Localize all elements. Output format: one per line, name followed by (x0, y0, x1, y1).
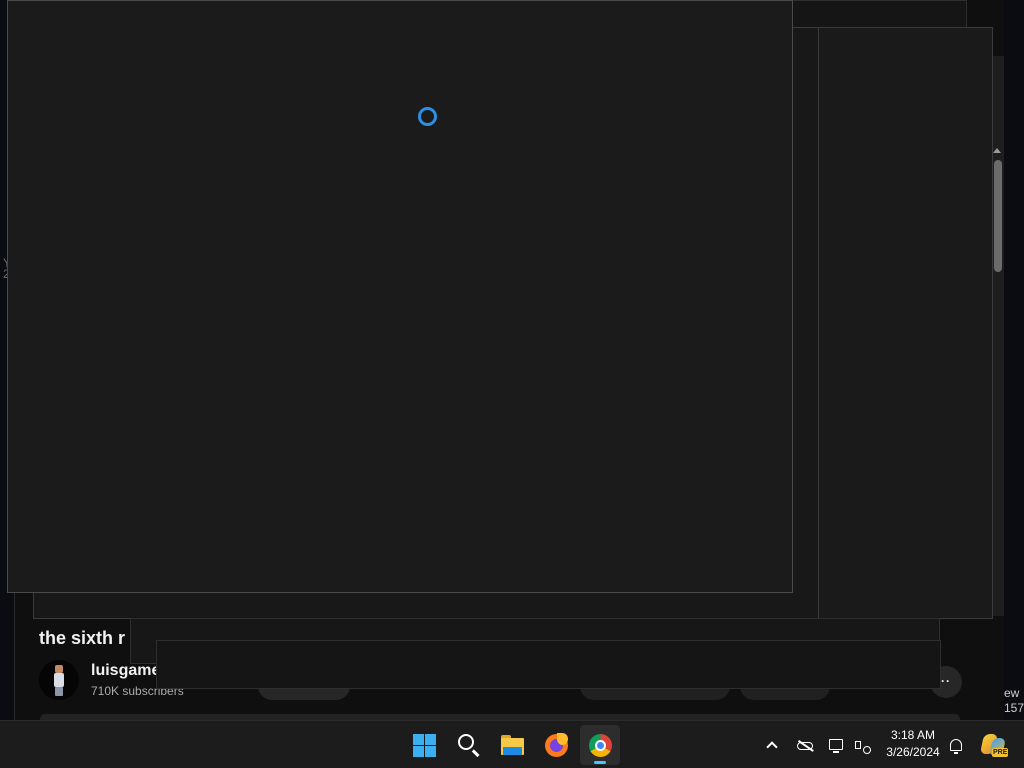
avatar-figure-head (55, 665, 63, 673)
clock-date: 3/26/2024 (886, 745, 940, 759)
avatar-figure-body (54, 673, 64, 687)
volume-muted-badge (863, 746, 871, 754)
clock[interactable]: 3:18 AM 3/26/2024 (880, 727, 946, 761)
volume-muted-icon (855, 741, 861, 749)
blank-window-right[interactable] (818, 27, 993, 619)
search-icon (458, 734, 474, 750)
onedrive-status-button[interactable] (795, 733, 815, 757)
show-hidden-icons-button[interactable] (763, 733, 783, 757)
notification-bell-clapper (954, 752, 958, 754)
copilot-preview-badge: PRE (992, 748, 1009, 757)
chevron-up-icon (766, 741, 778, 753)
file-explorer-button[interactable] (492, 725, 532, 765)
video-title: the sixth r (39, 628, 126, 648)
blank-window-front[interactable] (7, 0, 793, 593)
network-icon (829, 739, 843, 750)
copilot-button[interactable]: PRE (979, 733, 1009, 759)
firefox-button[interactable] (536, 725, 576, 765)
volume-button[interactable] (853, 733, 873, 757)
taskbar: 3:18 AM 3/26/2024 PRE (0, 720, 1024, 768)
scrollbar-thumb[interactable] (994, 160, 1002, 272)
chrome-button[interactable] (580, 725, 620, 765)
side-label-view: ew (1004, 686, 1020, 700)
active-app-indicator (594, 761, 606, 764)
start-button[interactable] (404, 725, 444, 765)
clock-time: 3:18 AM (890, 728, 936, 742)
avatar-figure-legs (55, 687, 63, 696)
side-label-number: 157 (1004, 701, 1024, 715)
loading-spinner-icon (418, 107, 437, 126)
firefox-icon-flame (557, 733, 568, 745)
notifications-button[interactable] (946, 733, 966, 757)
desktop: Y 2 the sixth r luisgame 710K subscriber… (0, 0, 1024, 720)
network-button[interactable] (827, 733, 847, 757)
search-icon-handle (472, 749, 480, 757)
chrome-icon-core (597, 742, 604, 749)
channel-avatar[interactable] (39, 660, 79, 700)
scroll-up-arrow-icon[interactable] (993, 148, 1001, 153)
search-button[interactable] (448, 725, 488, 765)
scrollbar-track[interactable] (992, 56, 1004, 616)
windows-start-icon (413, 734, 436, 757)
network-icon-stand (833, 751, 839, 753)
blank-window-lower-2[interactable] (156, 640, 941, 689)
folder-icon-front (503, 747, 522, 755)
channel-name[interactable]: luisgame (91, 662, 160, 680)
notification-bell-icon (950, 739, 962, 751)
